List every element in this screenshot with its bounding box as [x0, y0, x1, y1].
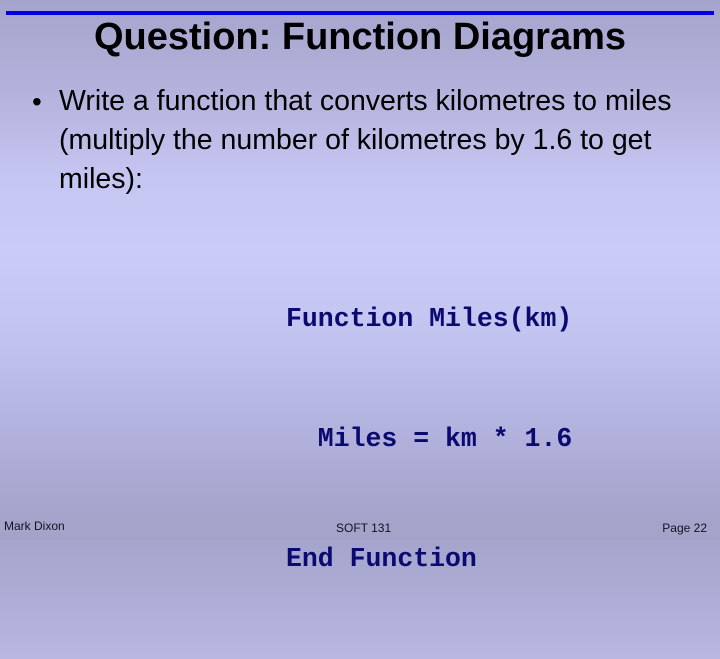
bullet-list: • Write a function that converts kilomet…	[30, 82, 710, 199]
bullet-item: • Write a function that converts kilomet…	[30, 82, 710, 199]
code-line: Miles = km * 1.6	[286, 424, 573, 454]
code-line: End Function	[286, 544, 477, 574]
code-block: Function Miles(km) Miles = km * 1.6 End …	[286, 219, 572, 659]
footer-course: SOFT 131	[336, 521, 392, 535]
bullet-dot-icon: •	[32, 86, 42, 117]
bullet-text: Write a function that converts kilometre…	[59, 85, 672, 195]
slide-title: Question: Function Diagrams	[93, 16, 627, 58]
footer-author: Mark Dixon	[4, 519, 65, 533]
code-line: Function Miles(km)	[286, 304, 573, 334]
footer-page-number: Page 22	[662, 521, 707, 535]
slide: Question: Function Diagrams • Write a fu…	[0, 0, 720, 574]
